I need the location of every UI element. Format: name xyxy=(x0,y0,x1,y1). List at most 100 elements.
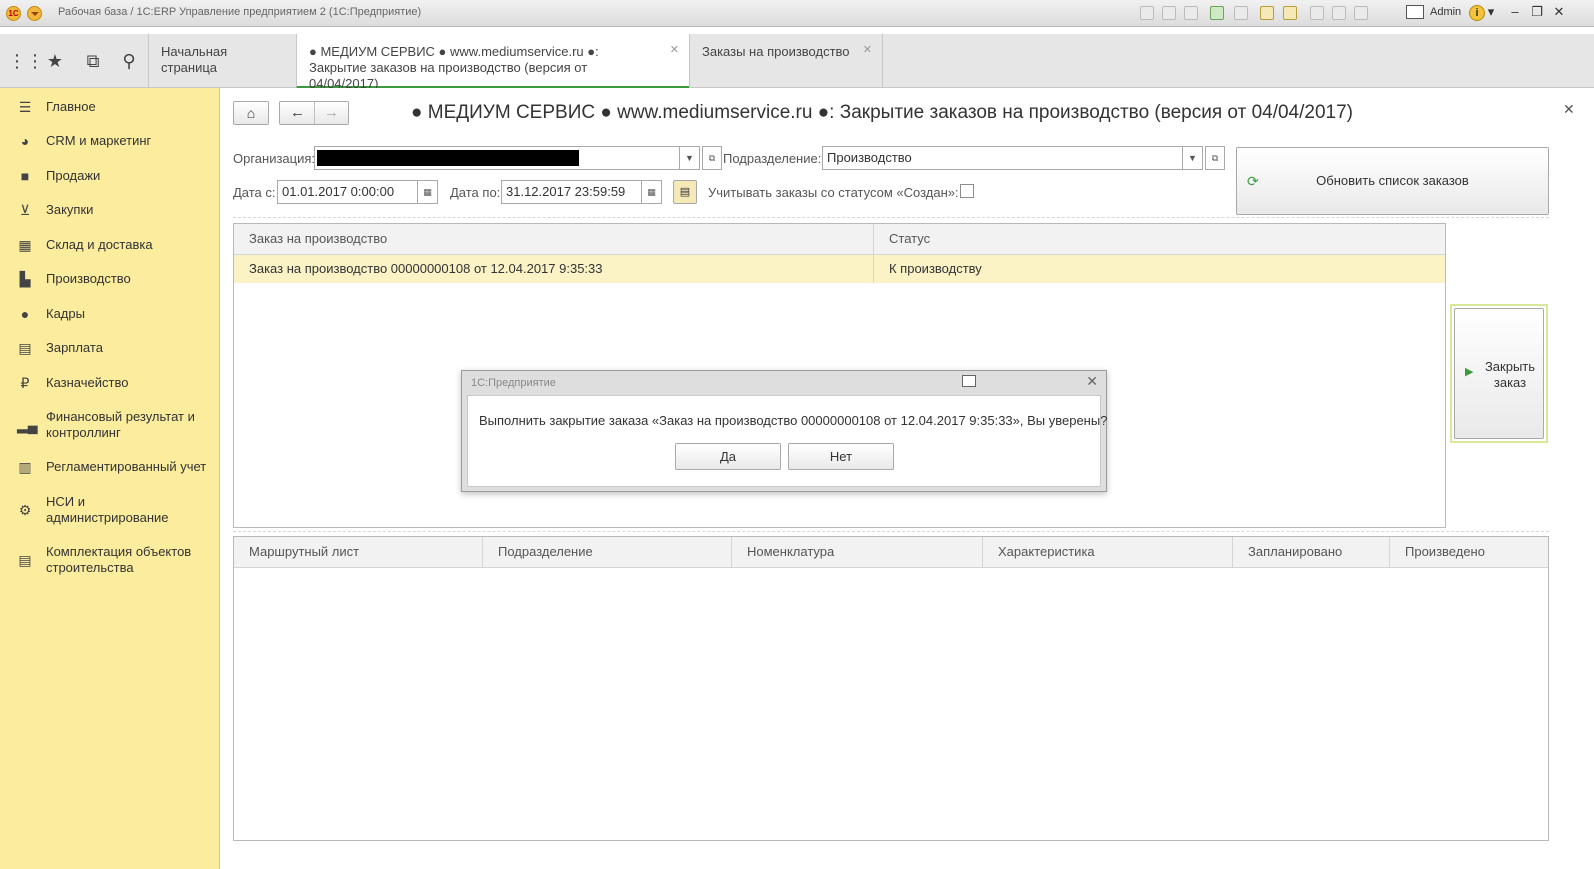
no-button[interactable]: Нет xyxy=(788,443,894,470)
search-icon[interactable]: ⚲ xyxy=(118,50,140,72)
column-header-department[interactable]: Подразделение xyxy=(483,537,732,568)
1c-logo-icon[interactable]: 1С xyxy=(6,6,21,21)
apps-grid-icon[interactable]: ⋮⋮ xyxy=(8,50,44,72)
hamburger-icon: ☰ xyxy=(18,99,32,115)
link-icon[interactable] xyxy=(1234,6,1248,20)
tab-close-orders[interactable]: ● МЕДИУМ СЕРВИС ● www.mediumservice.ru ●… xyxy=(296,34,689,91)
table-row[interactable]: Заказ на производство 00000000108 от 12.… xyxy=(234,255,1445,283)
sidebar-item-label: Регламентированный учет xyxy=(46,459,207,474)
date-to-label: Дата по: xyxy=(450,185,501,200)
sidebar-item-production[interactable]: ▙ Производство xyxy=(0,271,218,287)
close-dialog-icon[interactable]: ✕ xyxy=(1086,373,1098,390)
sidebar-item-payroll[interactable]: ▤ Зарплата xyxy=(0,340,218,356)
route-sheets-table: Маршрутный лист Подразделение Номенклату… xyxy=(233,536,1549,841)
sidebar-item-crm[interactable]: ◕ CRM и маркетинг xyxy=(0,133,218,149)
memory-m-icon[interactable] xyxy=(1310,6,1324,20)
history-icon[interactable] xyxy=(1140,6,1154,20)
dropdown-arrow-icon[interactable]: ▾ xyxy=(1482,4,1500,20)
sidebar-item-admin[interactable]: ⚙ НСИ и администрирование xyxy=(0,494,190,526)
sidebar-item-main[interactable]: ☰ Главное xyxy=(0,99,218,115)
close-tab-icon[interactable]: ✕ xyxy=(670,42,679,58)
favorites-add-icon[interactable] xyxy=(1210,6,1224,20)
close-form-icon[interactable]: ✕ xyxy=(1563,101,1575,118)
date-from-label: Дата с: xyxy=(233,185,276,200)
close-order-label: Закрыть заказ xyxy=(1484,359,1536,390)
bar-chart-icon: ▂▄ xyxy=(17,417,38,433)
column-header-characteristic[interactable]: Характеристика xyxy=(983,537,1233,568)
date-to-field[interactable]: 31.12.2017 23:59:59 xyxy=(501,180,642,204)
tab-bar: ⋮⋮ ★ ⧉ ⚲ Начальная страница ● МЕДИУМ СЕР… xyxy=(0,34,1594,91)
tab-production-orders[interactable]: Заказы на производство ✕ xyxy=(689,34,883,88)
sidebar-item-hr[interactable]: ● Кадры xyxy=(0,306,218,322)
print-icon[interactable] xyxy=(1162,6,1176,20)
tab-label: Заказы на производство xyxy=(702,44,850,59)
calendar-icon[interactable] xyxy=(1283,6,1297,20)
close-order-button[interactable]: ▶ Закрыть заказ xyxy=(1454,308,1544,439)
period-select-button[interactable]: ▤ xyxy=(673,180,697,204)
dialog-message: Выполнить закрытие заказа «Заказ на прои… xyxy=(479,413,1108,428)
tab-home[interactable]: Начальная страница xyxy=(148,34,296,88)
back-arrow-icon[interactable]: ← xyxy=(290,104,305,121)
sidebar-item-purchases[interactable]: ⊻ Закупки xyxy=(0,202,218,218)
organization-field[interactable] xyxy=(314,146,680,170)
yes-button[interactable]: Да xyxy=(675,443,781,470)
forward-arrow-icon[interactable]: → xyxy=(324,104,339,121)
route-sheets-header: Маршрутный лист Подразделение Номенклату… xyxy=(234,537,1548,568)
column-header-planned[interactable]: Запланировано xyxy=(1233,537,1390,568)
user-icon[interactable] xyxy=(1406,5,1424,19)
memory-mplus-icon[interactable] xyxy=(1332,6,1346,20)
close-window-icon[interactable]: ✕ xyxy=(1550,4,1568,20)
sidebar-item-label: Главное xyxy=(46,99,96,114)
minimize-icon[interactable]: – xyxy=(1506,4,1524,19)
refresh-orders-button[interactable]: ⟳ Обновить список заказов xyxy=(1236,147,1549,215)
sidebar-item-warehouse[interactable]: ▦ Склад и доставка xyxy=(0,237,218,253)
column-header-nomenclature[interactable]: Номенклатура xyxy=(732,537,983,568)
date-from-field[interactable]: 01.01.2017 0:00:00 xyxy=(277,180,418,204)
chevron-down-icon[interactable]: ▼ xyxy=(680,146,700,170)
column-header-order[interactable]: Заказ на производство xyxy=(234,224,874,255)
open-link-icon[interactable]: ⧉ xyxy=(1205,146,1225,170)
sidebar-item-label: CRM и маркетинг xyxy=(46,133,152,148)
organization-label: Организация: xyxy=(233,151,316,166)
history-icon[interactable]: ⧉ xyxy=(82,50,104,72)
column-header-status[interactable]: Статус xyxy=(874,224,1445,255)
chevron-down-icon[interactable]: ▼ xyxy=(1183,146,1203,170)
sections-sidebar: ☰ Главное ◕ CRM и маркетинг ■ Продажи ⊻ … xyxy=(0,88,220,869)
sidebar-item-treasury[interactable]: ₽ Казначейство xyxy=(0,375,218,391)
sidebar-item-label: Финансовый результат и контроллинг xyxy=(46,409,195,440)
order-cell: Заказ на производство 00000000108 от 12.… xyxy=(234,255,874,283)
restore-icon[interactable]: ❐ xyxy=(1528,4,1546,20)
user-name[interactable]: Admin xyxy=(1430,6,1461,18)
sidebar-item-sales[interactable]: ■ Продажи xyxy=(0,168,218,184)
sidebar-item-label: Закупки xyxy=(46,202,94,217)
sidebar-item-regulated[interactable]: ▥ Регламентированный учет xyxy=(0,459,218,475)
sidebar-item-construction[interactable]: ▤ Комплектация объектов строительства xyxy=(0,544,205,576)
column-header-produced[interactable]: Произведено xyxy=(1390,537,1548,568)
dialog-pin-icon[interactable] xyxy=(962,375,976,387)
memory-mminus-icon[interactable] xyxy=(1354,6,1368,20)
department-label: Подразделение: xyxy=(723,151,822,166)
calendar-icon[interactable]: ▦ xyxy=(642,180,662,204)
close-order-frame: ▶ Закрыть заказ xyxy=(1450,304,1548,443)
main-menu-icon[interactable] xyxy=(27,6,42,21)
refresh-orders-label: Обновить список заказов xyxy=(1316,173,1469,188)
department-field[interactable]: Производство xyxy=(822,146,1183,170)
open-link-icon[interactable]: ⧉ xyxy=(702,146,722,170)
dialog-body: Выполнить закрытие заказа «Заказ на прои… xyxy=(467,395,1107,487)
copy-icon[interactable] xyxy=(1184,6,1198,20)
ruble-icon: ₽ xyxy=(20,375,30,391)
sidebar-item-finance[interactable]: ▂▄ Финансовый результат и контроллинг xyxy=(0,409,205,441)
orders-table-header: Заказ на производство Статус xyxy=(234,224,1445,255)
window-titlebar: 1С Рабочая база / 1С:ERP Управление пред… xyxy=(0,0,1594,27)
sidebar-item-label: Казначейство xyxy=(46,375,129,390)
home-button[interactable]: ⌂ xyxy=(233,101,269,125)
sidebar-item-label: Продажи xyxy=(46,168,101,183)
close-tab-icon[interactable]: ✕ xyxy=(863,42,872,58)
created-status-checkbox[interactable] xyxy=(960,184,974,198)
play-icon: ▶ xyxy=(1465,366,1474,378)
calendar-icon[interactable]: ▦ xyxy=(418,180,438,204)
column-header-route-sheet[interactable]: Маршрутный лист xyxy=(234,537,483,568)
star-icon[interactable]: ★ xyxy=(44,50,66,72)
calculator-icon[interactable] xyxy=(1260,6,1274,20)
bag-icon: ■ xyxy=(20,168,30,184)
